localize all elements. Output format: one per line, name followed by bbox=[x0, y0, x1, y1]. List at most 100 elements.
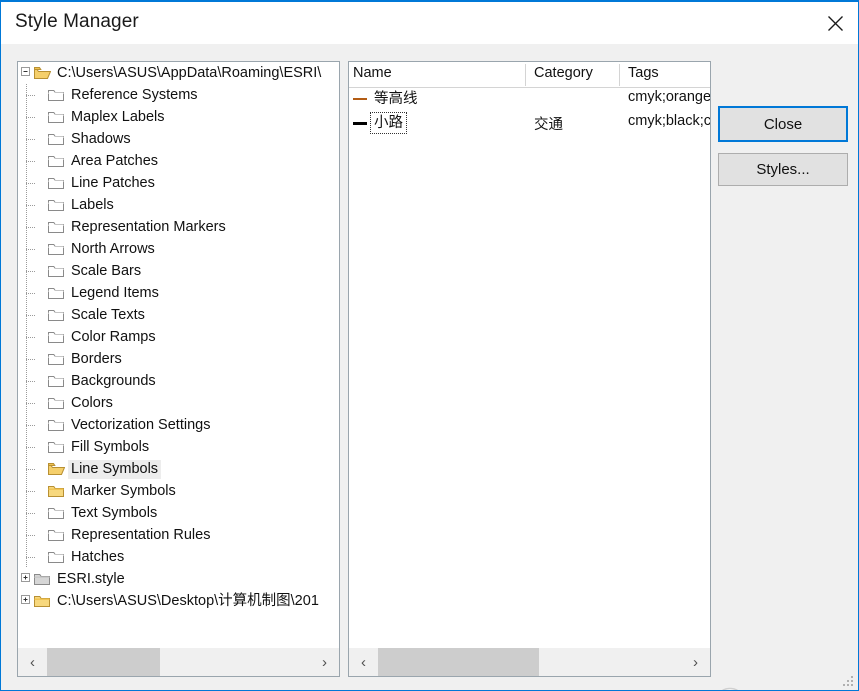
list-scroll-right-icon[interactable]: › bbox=[681, 647, 710, 676]
tree-item-reference-systems[interactable]: Reference Systems bbox=[18, 84, 339, 106]
tree-branch-line bbox=[26, 315, 36, 316]
tree-item-north-arrows[interactable]: North Arrows bbox=[18, 238, 339, 260]
list-scroll-thumb[interactable] bbox=[378, 647, 539, 676]
column-header-tags[interactable]: Tags bbox=[628, 65, 659, 81]
tree-branch-line bbox=[26, 139, 36, 140]
tree-item-colors[interactable]: Colors bbox=[18, 392, 339, 414]
tree-branch-line bbox=[26, 381, 36, 382]
style-tree[interactable]: C:\Users\ASUS\AppData\Roaming\ESRI\ Refer… bbox=[18, 62, 339, 647]
tree-item-scale-texts[interactable]: Scale Texts bbox=[18, 304, 339, 326]
line-symbol-swatch-icon bbox=[352, 121, 368, 125]
tree-branch-line bbox=[26, 205, 36, 206]
folder-closed-white-icon bbox=[48, 198, 65, 212]
folder-closed-white-icon bbox=[48, 550, 65, 564]
tree-item-label: Reference Systems bbox=[71, 86, 198, 103]
tree-expander-icon[interactable] bbox=[20, 573, 31, 584]
tree-item-label: Fill Symbols bbox=[71, 438, 150, 455]
tree-branch-line bbox=[26, 271, 36, 272]
tree-item-label: Color Ramps bbox=[71, 328, 156, 345]
tree-branch-line bbox=[26, 557, 36, 558]
tree-scroll-thumb[interactable] bbox=[47, 647, 161, 676]
symbol-list[interactable]: 等高线 cmyk;orange 小路 交通 cmyk;black;c bbox=[349, 88, 710, 647]
tree-branch-line bbox=[26, 425, 36, 426]
list-column-headers: Name Category Tags bbox=[349, 62, 710, 88]
folder-closed-white-icon bbox=[48, 154, 65, 168]
tree-item-c-users-asus-desktop-201[interactable]: C:\Users\ASUS\Desktop\计算机制图\201 bbox=[18, 590, 339, 612]
tree-branch-line bbox=[26, 491, 36, 492]
tree-item-label: ESRI.style bbox=[57, 570, 125, 587]
resize-grip[interactable] bbox=[843, 676, 855, 688]
list-scroll-left-icon[interactable]: ‹ bbox=[349, 647, 378, 676]
folder-closed-white-icon bbox=[48, 110, 65, 124]
tree-branch-line bbox=[26, 403, 36, 404]
tree-horizontal-scrollbar[interactable]: ‹ › bbox=[18, 647, 339, 676]
tree-item-marker-symbols[interactable]: Marker Symbols bbox=[18, 480, 339, 502]
close-button[interactable]: Close bbox=[718, 106, 848, 142]
column-divider[interactable] bbox=[525, 64, 526, 86]
tree-item-area-patches[interactable]: Area Patches bbox=[18, 150, 339, 172]
tree-item-line-patches[interactable]: Line Patches bbox=[18, 172, 339, 194]
folder-closed-white-icon bbox=[48, 440, 65, 454]
list-item-name-cell: 等高线 bbox=[352, 89, 421, 109]
tree-branch-line bbox=[26, 161, 36, 162]
tree-branch-line bbox=[26, 535, 36, 536]
tree-item-hatches[interactable]: Hatches bbox=[18, 546, 339, 568]
column-header-category[interactable]: Category bbox=[534, 65, 593, 81]
tree-item-label: Legend Items bbox=[71, 284, 159, 301]
tree-branch-line bbox=[26, 249, 36, 250]
tree-scroll-right-icon[interactable]: › bbox=[310, 647, 339, 676]
tree-item-scale-bars[interactable]: Scale Bars bbox=[18, 260, 339, 282]
tree-item-representation-rules[interactable]: Representation Rules bbox=[18, 524, 339, 546]
tree-branch-line bbox=[26, 183, 36, 184]
style-manager-window: Style Manager C:\Users\ASUS\AppData\Roam… bbox=[0, 0, 859, 691]
folder-closed-yellow-icon bbox=[34, 594, 51, 608]
list-item[interactable]: 小路 交通 cmyk;black;c bbox=[349, 112, 710, 136]
wechat-logo-icon bbox=[715, 686, 755, 690]
column-header-name[interactable]: Name bbox=[353, 65, 392, 81]
tree-expander-icon[interactable] bbox=[20, 595, 31, 606]
tree-item-legend-items[interactable]: Legend Items bbox=[18, 282, 339, 304]
tree-item-vectorization-settings[interactable]: Vectorization Settings bbox=[18, 414, 339, 436]
tree-item-label: Colors bbox=[71, 394, 113, 411]
tree-expander-icon[interactable] bbox=[20, 67, 31, 78]
tree-scroll-left-icon[interactable]: ‹ bbox=[18, 647, 47, 676]
tree-item-fill-symbols[interactable]: Fill Symbols bbox=[18, 436, 339, 458]
list-scroll-track[interactable] bbox=[378, 647, 681, 676]
styles-button[interactable]: Styles... bbox=[718, 153, 848, 186]
tree-item-c-users-asus-appdata-roaming-esri[interactable]: C:\Users\ASUS\AppData\Roaming\ESRI\ bbox=[18, 62, 339, 84]
list-item[interactable]: 等高线 cmyk;orange bbox=[349, 88, 710, 112]
tree-item-label: Hatches bbox=[71, 548, 125, 565]
close-icon[interactable] bbox=[812, 2, 858, 44]
folder-closed-white-icon bbox=[48, 374, 65, 388]
tree-item-label: Marker Symbols bbox=[71, 482, 176, 499]
list-item-name: 等高线 bbox=[374, 91, 418, 107]
folder-closed-yellow-icon bbox=[48, 484, 65, 498]
folder-closed-white-icon bbox=[48, 352, 65, 366]
tree-item-representation-markers[interactable]: Representation Markers bbox=[18, 216, 339, 238]
list-item-category: 交通 bbox=[534, 117, 563, 133]
tree-item-label: Scale Texts bbox=[71, 306, 145, 323]
column-divider[interactable] bbox=[619, 64, 620, 86]
folder-closed-gray-icon bbox=[34, 572, 51, 586]
folder-closed-white-icon bbox=[48, 418, 65, 432]
tree-item-color-ramps[interactable]: Color Ramps bbox=[18, 326, 339, 348]
tree-item-maplex-labels[interactable]: Maplex Labels bbox=[18, 106, 339, 128]
folder-closed-white-icon bbox=[48, 132, 65, 146]
folder-closed-white-icon bbox=[48, 88, 65, 102]
tree-item-esri-style[interactable]: ESRI.style bbox=[18, 568, 339, 590]
dialog-body: C:\Users\ASUS\AppData\Roaming\ESRI\ Refer… bbox=[1, 44, 858, 690]
tree-item-label: Text Symbols bbox=[71, 504, 158, 521]
tree-item-text-symbols[interactable]: Text Symbols bbox=[18, 502, 339, 524]
folder-closed-white-icon bbox=[48, 528, 65, 542]
folder-closed-white-icon bbox=[48, 286, 65, 300]
list-item-tags: cmyk;black;c bbox=[628, 113, 710, 129]
tree-item-line-symbols[interactable]: Line Symbols bbox=[18, 458, 339, 480]
tree-item-labels[interactable]: Labels bbox=[18, 194, 339, 216]
tree-item-borders[interactable]: Borders bbox=[18, 348, 339, 370]
tree-branch-line bbox=[26, 513, 36, 514]
list-horizontal-scrollbar[interactable]: ‹ › bbox=[349, 647, 710, 676]
tree-item-shadows[interactable]: Shadows bbox=[18, 128, 339, 150]
tree-branch-line bbox=[26, 359, 36, 360]
tree-item-backgrounds[interactable]: Backgrounds bbox=[18, 370, 339, 392]
tree-scroll-track[interactable] bbox=[47, 647, 310, 676]
